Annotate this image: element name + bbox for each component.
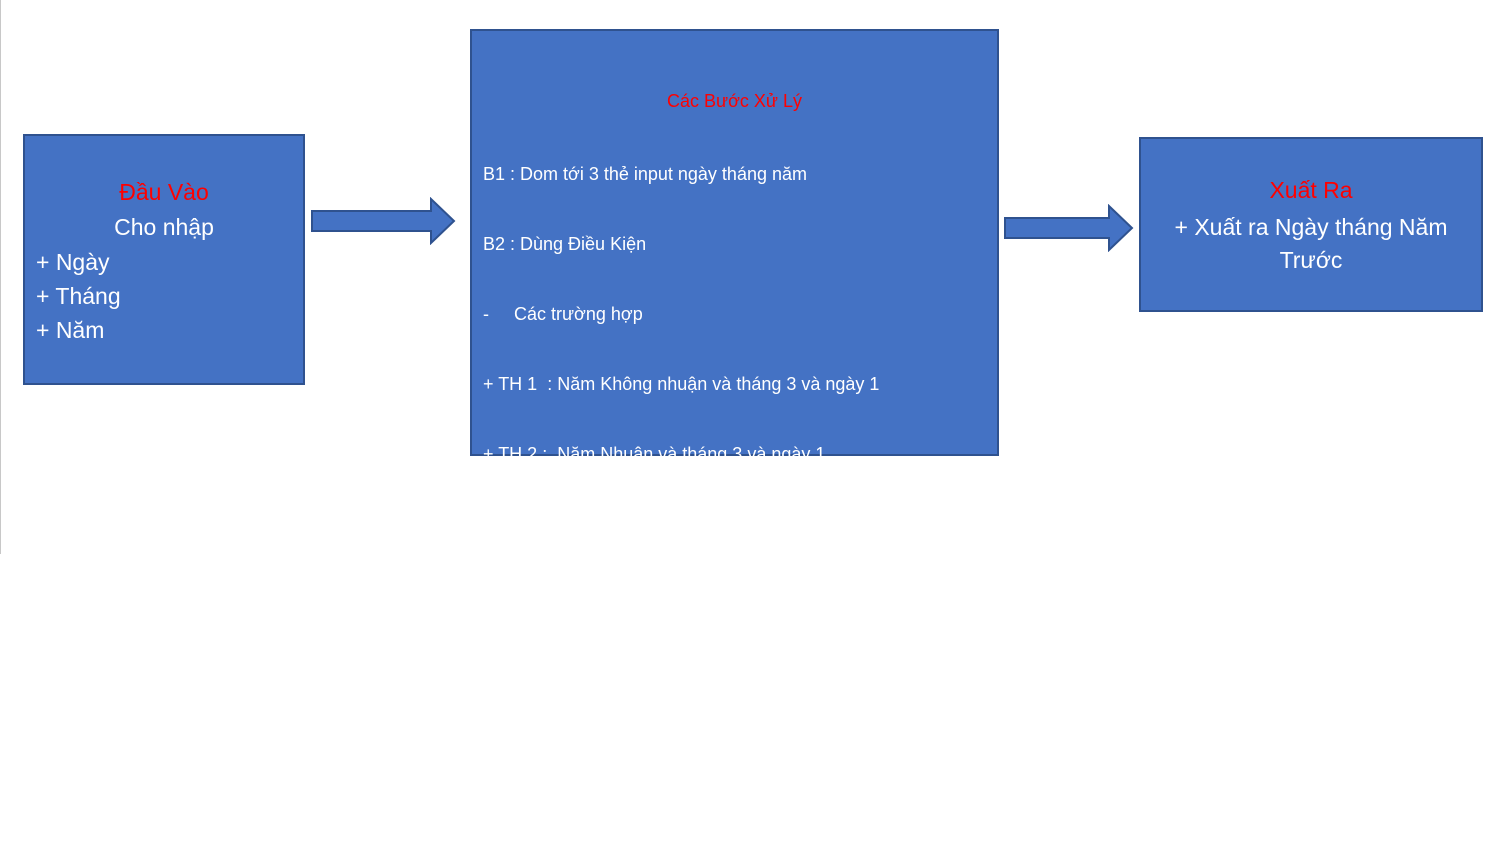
process-step-line: - Các trường hợp <box>483 304 643 324</box>
process-step-line: + TH 6 : trường hợp còn lại <box>483 724 701 744</box>
page-left-border <box>0 0 1 554</box>
process-steps-list: B1 : Dom tới 3 thẻ input ngày tháng năm … <box>483 118 879 860</box>
process-step-line: + TH 4 : tháng 2 , 4 , 6 , 9 , 11 và ngà… <box>483 584 810 604</box>
process-step-line: + TH 1 : Năm Không nhuận và tháng 3 và n… <box>483 374 880 394</box>
process-step-line: B3 : tạo 1 var thể hiện ngày tháng năm <box>483 794 794 814</box>
right-arrow-icon <box>311 197 456 245</box>
input-item-month: + Tháng <box>36 283 121 309</box>
input-item-year: + Năm <box>36 317 105 343</box>
input-box: Đầu Vào Cho nhập + Ngày + Tháng + Năm <box>23 134 305 385</box>
process-title: Các Bước Xử Lý <box>667 91 802 111</box>
process-step-line: + TH 2 : Năm Nhuận và tháng 3 và ngày 1 <box>483 444 826 464</box>
process-step-line: + TH 3 : tháng 1 và ngày 1 <box>483 514 696 534</box>
input-items-list: + Ngày + Tháng + Năm <box>36 247 121 349</box>
process-box: Các Bước Xử Lý B1 : Dom tới 3 thẻ input … <box>470 29 999 814</box>
process-step-line: + TH 5 : tháng 3 , 5 , 7 , 8 , 10 , 12 v… <box>483 654 846 674</box>
process-step-line: B2 : Dùng Điều Kiện <box>483 234 647 254</box>
input-item-day: + Ngày <box>36 249 110 275</box>
process-step-line: B1 : Dom tới 3 thẻ input ngày tháng năm <box>483 164 807 184</box>
right-arrow-icon <box>1004 204 1134 252</box>
output-text: + Xuất ra Ngày tháng Năm Trước <box>1174 214 1448 273</box>
output-title: Xuất Ra <box>1269 177 1353 203</box>
input-subtitle: Cho nhập <box>114 214 214 240</box>
output-box: Xuất Ra + Xuất ra Ngày tháng Năm Trước <box>1139 137 1483 312</box>
input-title: Đầu Vào <box>119 179 209 205</box>
